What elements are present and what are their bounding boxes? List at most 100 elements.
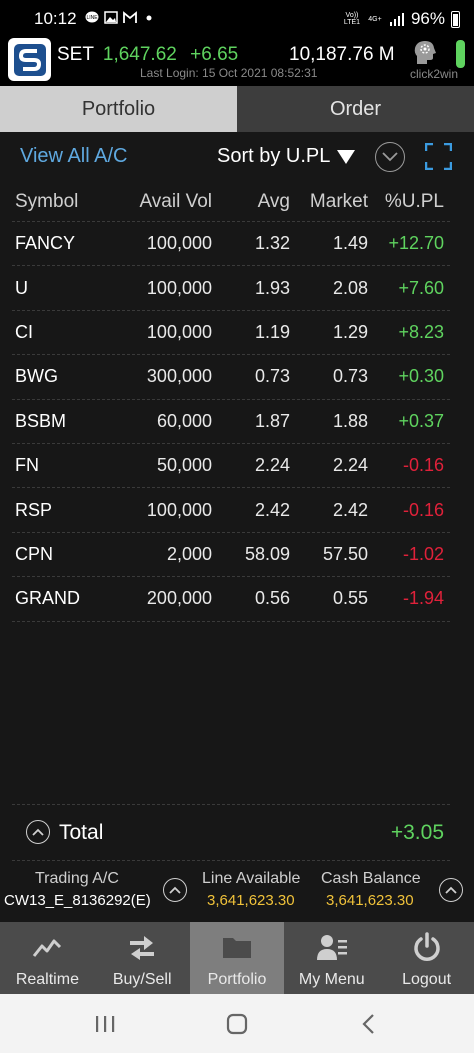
col-symbol[interactable]: Symbol [12, 191, 122, 213]
table-row[interactable]: FANCY 100,000 1.32 1.49 +12.70 [12, 222, 450, 267]
cell-avg: 1.87 [254, 410, 290, 431]
total-value: +3.05 [390, 821, 444, 844]
cell-symbol: CPN [15, 543, 54, 564]
cell-avg: 0.73 [254, 366, 290, 387]
status-right: Vo)) LTE1 4G+ 96% [343, 9, 460, 29]
market-header: SET 1,647.62 +6.65 10,187.76 M Last Logi… [0, 36, 474, 86]
brand-label: click2win [410, 67, 459, 81]
cell-upl: +8.23 [398, 321, 444, 342]
power-icon [413, 932, 440, 961]
app-logo[interactable] [8, 38, 51, 81]
table-row[interactable]: RSP 100,000 2.42 2.42 -0.16 [12, 488, 450, 533]
market-index-row: SET 1,647.62 +6.65 [57, 44, 238, 66]
cell-avg: 58.09 [244, 543, 290, 564]
cell-upl: -1.02 [402, 543, 444, 564]
cell-symbol: FANCY [15, 233, 76, 254]
cell-avail-vol: 200,000 [146, 588, 212, 609]
cell-market: 1.49 [332, 233, 368, 254]
cell-symbol: BSBM [15, 410, 67, 431]
sort-dropdown[interactable]: Sort by U.PL [217, 145, 356, 168]
cell-symbol: FN [15, 455, 39, 476]
notification-icons: LINE [85, 11, 156, 24]
cell-market: 2.08 [332, 277, 368, 298]
trading-account-label: Trading A/C [35, 870, 119, 887]
nav-buy-sell[interactable]: Buy/Sell [95, 922, 190, 994]
market-index: 1,647.62 [102, 44, 177, 65]
status-time: 10:12 [34, 9, 77, 28]
market-label: SET [57, 44, 94, 65]
chevron-up-icon [169, 886, 181, 894]
chevron-up-icon [445, 886, 457, 894]
cell-upl: +7.60 [398, 277, 444, 298]
holdings-table: Symbol Avail Vol Avg Market %U.PL FANCY … [12, 182, 450, 622]
bottom-navigation: Realtime Buy/Sell Portfolio My Menu Logo… [0, 922, 474, 994]
cell-market: 1.88 [332, 410, 368, 431]
cell-avail-vol: 100,000 [146, 321, 212, 342]
line-available-label: Line Available [202, 870, 301, 887]
cell-avg: 1.32 [254, 233, 290, 254]
cell-market: 57.50 [322, 543, 368, 564]
logo-icon [13, 43, 46, 76]
table-row[interactable]: CI 100,000 1.19 1.29 +8.23 [12, 311, 450, 356]
cell-upl: +0.37 [398, 410, 444, 431]
total-expand-button[interactable] [26, 820, 50, 844]
nav-portfolio[interactable]: Portfolio [189, 922, 285, 994]
recent-apps-icon[interactable] [92, 1011, 118, 1037]
account-select-button[interactable] [163, 878, 187, 902]
nav-logout[interactable]: Logout [379, 922, 474, 994]
cell-upl: +12.70 [388, 233, 444, 254]
gmail-icon [123, 11, 137, 23]
col-avg[interactable]: Avg [212, 191, 290, 213]
tab-portfolio[interactable]: Portfolio [0, 86, 237, 132]
col-upl[interactable]: %U.PL [368, 191, 448, 213]
cell-market: 1.29 [332, 321, 368, 342]
portfolio-toolbar: View All A/C Sort by U.PL [0, 132, 474, 182]
table-row[interactable]: FN 50,000 2.24 2.24 -0.16 [12, 444, 450, 489]
table-row[interactable]: BSBM 60,000 1.87 1.88 +0.37 [12, 400, 450, 444]
chart-line-icon [33, 939, 62, 957]
sort-direction-button[interactable] [375, 142, 405, 172]
main-tabs: Portfolio Order [0, 86, 474, 132]
col-market[interactable]: Market [290, 191, 368, 213]
balance-expand-button[interactable] [439, 878, 463, 902]
dot-icon [146, 15, 152, 21]
chevron-up-icon [32, 828, 44, 836]
table-row[interactable]: U 100,000 1.93 2.08 +7.60 [12, 266, 450, 311]
back-icon[interactable] [356, 1011, 382, 1037]
cell-avail-vol: 100,000 [146, 233, 212, 254]
cell-avail-vol: 300,000 [146, 366, 212, 387]
gallery-icon [104, 11, 118, 24]
cell-avail-vol: 100,000 [146, 499, 212, 520]
brain-head-icon[interactable] [411, 38, 439, 66]
cell-avg: 0.56 [254, 588, 290, 609]
col-avail-vol[interactable]: Avail Vol [122, 191, 212, 213]
cell-upl: -1.94 [402, 588, 444, 609]
nav-logout-label: Logout [402, 971, 452, 988]
trading-account-value: CW13_E_8136292(E) [4, 892, 151, 909]
cell-avail-vol: 60,000 [156, 410, 212, 431]
nav-realtime-label: Realtime [15, 971, 79, 988]
cell-symbol: CI [15, 321, 33, 342]
nav-my-menu-label: My Menu [298, 971, 365, 988]
tab-order[interactable]: Order [237, 86, 474, 132]
table-row[interactable]: BWG 300,000 0.73 0.73 +0.30 [12, 355, 450, 400]
line-app-icon: LINE [85, 11, 99, 23]
view-all-accounts-link[interactable]: View All A/C [20, 145, 127, 168]
connection-status-bar [456, 40, 465, 68]
cell-upl: -0.16 [402, 499, 444, 520]
nav-realtime[interactable]: Realtime [0, 922, 95, 994]
line-available-value: 3,641,623.30 [207, 892, 295, 909]
cell-avail-vol: 50,000 [156, 455, 212, 476]
table-row[interactable]: GRAND 200,000 0.56 0.55 -1.94 [12, 577, 450, 622]
last-login: Last Login: 15 Oct 2021 08:52:31 [140, 66, 318, 80]
cell-symbol: U [15, 277, 28, 298]
home-icon[interactable] [224, 1011, 250, 1037]
cash-balance-label: Cash Balance [321, 870, 421, 887]
cell-avg: 2.24 [254, 455, 290, 476]
swap-arrows-icon [130, 936, 155, 960]
nav-my-menu[interactable]: My Menu [284, 922, 379, 994]
chevron-down-icon [382, 152, 398, 162]
table-row[interactable]: CPN 2,000 58.09 57.50 -1.02 [12, 533, 450, 578]
fullscreen-icon[interactable] [425, 143, 452, 170]
battery-icon [451, 10, 460, 28]
